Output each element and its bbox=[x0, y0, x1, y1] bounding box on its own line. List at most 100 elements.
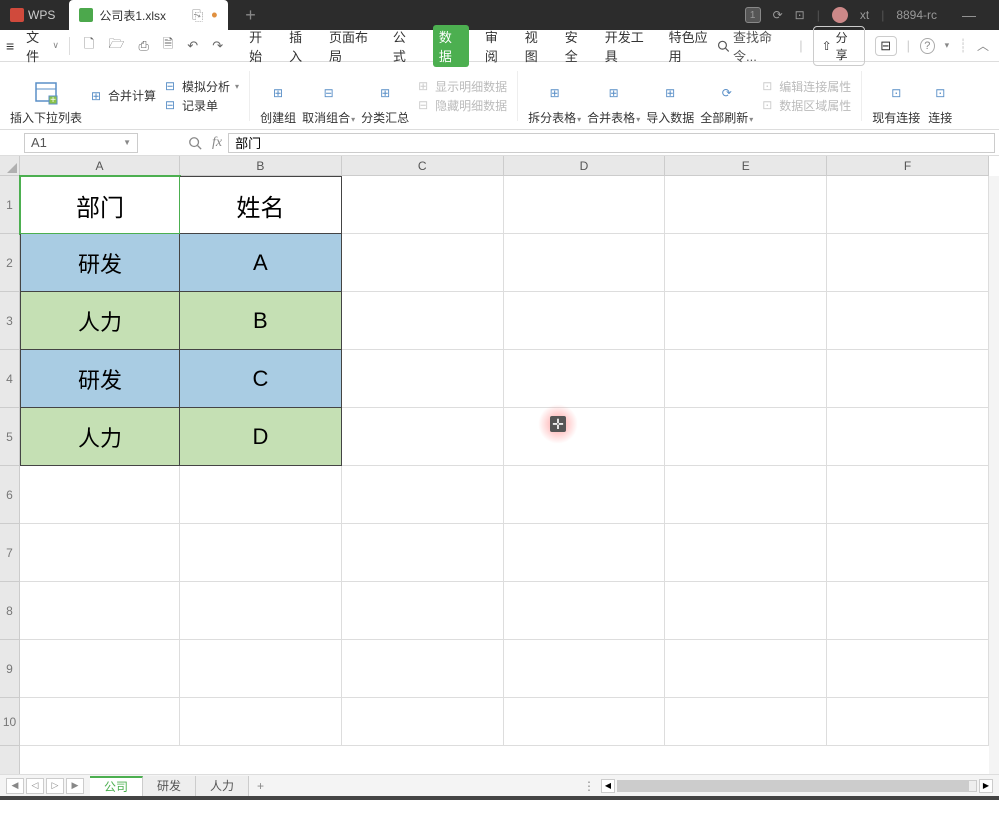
sheet-tab-1[interactable]: 研发 bbox=[143, 776, 196, 796]
cell-A6[interactable] bbox=[20, 466, 180, 524]
cell-E5[interactable] bbox=[665, 408, 827, 466]
cell-E3[interactable] bbox=[665, 292, 827, 350]
tab-indicator-icon[interactable]: ⎘ bbox=[192, 7, 203, 24]
connect-button[interactable]: ⊡连接 bbox=[926, 79, 954, 126]
name-box[interactable]: A1 ▼ bbox=[24, 133, 138, 153]
existing-conn-button[interactable]: ⊡现有连接 bbox=[872, 79, 920, 126]
cell-F7[interactable] bbox=[827, 524, 989, 582]
select-all-corner[interactable] bbox=[0, 156, 20, 176]
cell-D1[interactable] bbox=[504, 176, 666, 234]
collapse-button[interactable]: ⊟ bbox=[875, 36, 897, 56]
cell-A10[interactable] bbox=[20, 698, 180, 746]
sheet-next-icon[interactable]: ▷ bbox=[46, 778, 64, 794]
row-header-10[interactable]: 10 bbox=[0, 698, 19, 746]
cell-D6[interactable] bbox=[504, 466, 666, 524]
col-header-C[interactable]: C bbox=[342, 156, 504, 175]
cell-C5[interactable] bbox=[342, 408, 504, 466]
merge-table-button[interactable]: ⊞合并表格▾ bbox=[587, 79, 640, 126]
cell-D10[interactable] bbox=[504, 698, 666, 746]
cell-A1[interactable]: 部门 bbox=[20, 176, 180, 234]
scroll-left-icon[interactable]: ◀ bbox=[601, 779, 615, 793]
cell-C4[interactable] bbox=[342, 350, 504, 408]
file-tab[interactable]: 公司表1.xlsx ⎘ • bbox=[69, 0, 227, 30]
tab-formula[interactable]: 公式 bbox=[393, 27, 417, 65]
cell-D5[interactable] bbox=[504, 408, 666, 466]
cell-D9[interactable] bbox=[504, 640, 666, 698]
cell-C6[interactable] bbox=[342, 466, 504, 524]
row-header-5[interactable]: 5 bbox=[0, 408, 19, 466]
cell-E10[interactable] bbox=[665, 698, 827, 746]
qat-print-icon[interactable]: ⎙ bbox=[138, 38, 148, 54]
col-header-F[interactable]: F bbox=[827, 156, 989, 175]
cell-B7[interactable] bbox=[180, 524, 342, 582]
scroll-thumb[interactable] bbox=[618, 781, 969, 791]
titlebar-icon-1[interactable]: ⟳ bbox=[773, 8, 783, 22]
scroll-right-icon[interactable]: ▶ bbox=[979, 779, 993, 793]
cell-F10[interactable] bbox=[827, 698, 989, 746]
cell-B5[interactable]: D bbox=[180, 408, 342, 466]
search-command[interactable]: 查找命令... bbox=[717, 27, 790, 65]
minimize-button[interactable]: — bbox=[949, 7, 989, 23]
cell-E1[interactable] bbox=[665, 176, 827, 234]
hamburger-icon[interactable]: ≡ bbox=[0, 38, 20, 54]
cell-E6[interactable] bbox=[665, 466, 827, 524]
formula-search-icon[interactable] bbox=[188, 136, 202, 150]
row-header-9[interactable]: 9 bbox=[0, 640, 19, 698]
cell-F6[interactable] bbox=[827, 466, 989, 524]
cell-F4[interactable] bbox=[827, 350, 989, 408]
collapse-ribbon-icon[interactable]: ︿ bbox=[977, 37, 989, 54]
row-header-7[interactable]: 7 bbox=[0, 524, 19, 582]
cell-C7[interactable] bbox=[342, 524, 504, 582]
group-button[interactable]: ⊞创建组 bbox=[260, 79, 296, 126]
sheet-last-icon[interactable]: ▶ bbox=[66, 778, 84, 794]
scroll-track[interactable] bbox=[617, 780, 977, 792]
scroll-grip-icon[interactable]: ⋮ bbox=[579, 779, 599, 793]
name-box-dropdown-icon[interactable]: ▼ bbox=[123, 138, 131, 147]
cell-B10[interactable] bbox=[180, 698, 342, 746]
cell-B9[interactable] bbox=[180, 640, 342, 698]
col-header-B[interactable]: B bbox=[180, 156, 342, 175]
dropdown-list-button[interactable]: + 插入下拉列表 bbox=[10, 79, 82, 126]
col-header-A[interactable]: A bbox=[20, 156, 180, 175]
tab-insert[interactable]: 插入 bbox=[289, 27, 313, 65]
cell-C2[interactable] bbox=[342, 234, 504, 292]
cell-A9[interactable] bbox=[20, 640, 180, 698]
cell-A8[interactable] bbox=[20, 582, 180, 640]
cell-D2[interactable] bbox=[504, 234, 666, 292]
qat-open-icon[interactable]: 🗁 bbox=[108, 35, 124, 57]
tab-security[interactable]: 安全 bbox=[565, 27, 589, 65]
col-header-E[interactable]: E bbox=[665, 156, 827, 175]
row-header-2[interactable]: 2 bbox=[0, 234, 19, 292]
cell-D3[interactable] bbox=[504, 292, 666, 350]
simulate-button[interactable]: ⊟模拟分析▾ bbox=[162, 78, 239, 95]
cell-F3[interactable] bbox=[827, 292, 989, 350]
import-data-button[interactable]: ⊞导入数据 bbox=[646, 79, 694, 126]
sheet-tab-active[interactable]: 公司 bbox=[90, 776, 143, 796]
refresh-button[interactable]: ⟳全部刷新▾ bbox=[700, 79, 753, 126]
cell-C3[interactable] bbox=[342, 292, 504, 350]
cell-B1[interactable]: 姓名 bbox=[180, 176, 342, 234]
cell-C9[interactable] bbox=[342, 640, 504, 698]
cell-A2[interactable]: 研发 bbox=[20, 234, 180, 292]
row-header-4[interactable]: 4 bbox=[0, 350, 19, 408]
cell-F9[interactable] bbox=[827, 640, 989, 698]
qat-preview-icon[interactable]: 🗎 bbox=[163, 35, 173, 57]
tab-feature[interactable]: 特色应用 bbox=[669, 27, 717, 65]
notification-badge[interactable]: 1 bbox=[745, 7, 761, 23]
tab-data[interactable]: 数据 bbox=[433, 25, 469, 67]
avatar-icon[interactable] bbox=[832, 7, 848, 23]
sheet-tab-2[interactable]: 人力 bbox=[196, 776, 249, 796]
ungroup-button[interactable]: ⊟取消组合▾ bbox=[302, 79, 355, 126]
cells[interactable]: 部门姓名研发A人力B研发C人力D bbox=[20, 176, 989, 774]
add-tab-button[interactable]: + bbox=[236, 5, 266, 26]
row-header-1[interactable]: 1 bbox=[0, 176, 19, 234]
cell-C1[interactable] bbox=[342, 176, 504, 234]
cell-F1[interactable] bbox=[827, 176, 989, 234]
cell-C10[interactable] bbox=[342, 698, 504, 746]
help-icon[interactable]: ? bbox=[920, 38, 935, 54]
tab-review[interactable]: 审阅 bbox=[485, 27, 509, 65]
formula-input[interactable]: 部门 bbox=[228, 133, 995, 153]
cell-A7[interactable] bbox=[20, 524, 180, 582]
cell-D4[interactable] bbox=[504, 350, 666, 408]
sheet-first-icon[interactable]: ◀ bbox=[6, 778, 24, 794]
